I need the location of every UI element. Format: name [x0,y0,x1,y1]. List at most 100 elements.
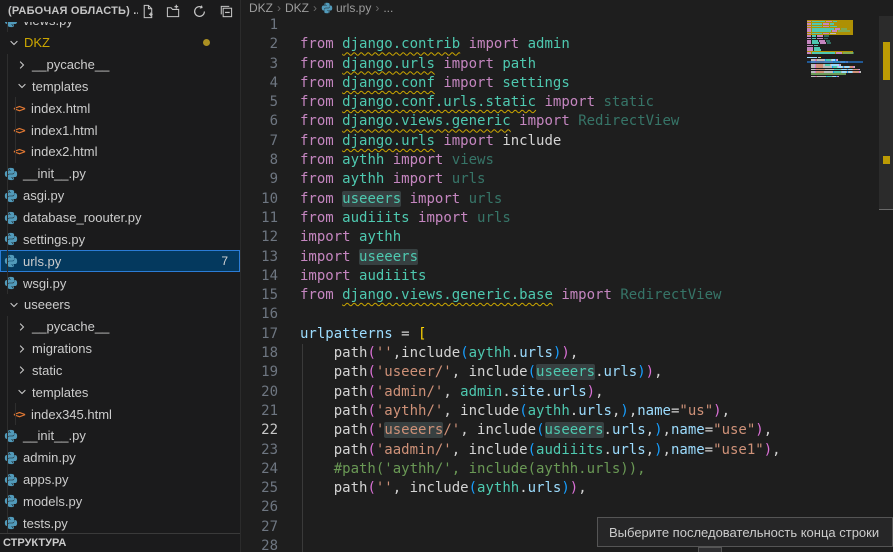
code-line[interactable]: 17urlpatterns = [ [242,325,893,344]
tree-item-DKZ[interactable]: DKZ [0,32,240,54]
line-number[interactable]: 7 [242,132,278,151]
tree-item-admin.py[interactable]: admin.py [0,447,240,469]
line-number[interactable]: 13 [242,248,278,267]
tree-item-index345.html[interactable]: <>index345.html [0,403,240,425]
tree-item-label: settings.py [23,232,85,247]
code-line[interactable]: 23 path('aadmin/', include(audiiits.urls… [242,441,893,460]
tree-item-templates[interactable]: templates [0,76,240,98]
minimap[interactable] [807,18,863,198]
outline-section-header[interactable]: СТРУКТУРА [0,533,240,552]
eol-tooltip: Выберите последовательность конца строки [597,517,893,547]
line-number[interactable]: 19 [242,363,278,382]
code-line[interactable]: 6from django.views.generic import Redire… [242,112,893,131]
refresh-icon[interactable] [190,2,208,20]
code-line[interactable]: 15from django.views.generic.base import … [242,286,893,305]
tree-item-templates[interactable]: templates [0,381,240,403]
tree-item-label: __pycache__ [32,319,109,334]
code-line[interactable]: 18 path('',include(aythh.urls)), [242,344,893,363]
tree-item-label: models.py [23,494,82,509]
explorer-section-header[interactable]: (РАБОЧАЯ ОБЛАСТЬ) ... [0,0,240,22]
line-number[interactable]: 16 [242,305,278,324]
line-number[interactable]: 6 [242,112,278,131]
code-line[interactable]: 8from aythh import views [242,151,893,170]
line-number[interactable]: 28 [242,537,278,552]
line-number[interactable]: 8 [242,151,278,170]
line-number[interactable]: 5 [242,93,278,112]
code-line[interactable]: 2from django.contrib import admin [242,35,893,54]
code-line[interactable]: 3from django.urls import path [242,55,893,74]
line-number[interactable]: 18 [242,344,278,363]
html-file-icon: <> [11,122,27,138]
line-number[interactable]: 22 [242,421,278,440]
tree-item-index2.html[interactable]: <>index2.html [0,141,240,163]
tree-item-asgi.py[interactable]: asgi.py [0,185,240,207]
tree-item-label: useeers [24,297,70,312]
code-line[interactable]: 20 path('admin/', admin.site.urls), [242,383,893,402]
tree-item-urls.py[interactable]: urls.py7 [0,250,240,272]
line-number[interactable]: 24 [242,460,278,479]
tree-item-migrations[interactable]: migrations [0,338,240,360]
line-number[interactable]: 12 [242,228,278,247]
line-number[interactable]: 27 [242,518,278,537]
tree-item-tests.py[interactable]: tests.py [0,512,240,534]
breadcrumb-separator-icon: › [311,1,319,15]
tree-item-database_roouter.py[interactable]: database_roouter.py [0,207,240,229]
line-number[interactable]: 26 [242,498,278,517]
code-line[interactable]: 10from useeers import urls [242,190,893,209]
line-number[interactable]: 3 [242,55,278,74]
line-number[interactable]: 20 [242,383,278,402]
code-line[interactable]: 12import aythh [242,228,893,247]
code-line[interactable]: 26 [242,498,893,517]
tree-item-settings.py[interactable]: settings.py [0,228,240,250]
code-line[interactable]: 16 [242,305,893,324]
collapse-all-icon[interactable] [216,2,234,20]
line-number[interactable]: 10 [242,190,278,209]
tree-item-models.py[interactable]: models.py [0,491,240,513]
breadcrumb-item-DKZ[interactable]: DKZ [249,1,273,15]
tree-item-index.html[interactable]: <>index.html [0,97,240,119]
tree-item-useeers[interactable]: useeers [0,294,240,316]
line-number[interactable]: 15 [242,286,278,305]
tree-item-apps.py[interactable]: apps.py [0,469,240,491]
line-number[interactable]: 2 [242,35,278,54]
code-line[interactable]: 9from aythh import urls [242,170,893,189]
code-line[interactable]: 4from django.conf import settings [242,74,893,93]
breadcrumb-item-urls.py[interactable]: urls.py [321,1,371,15]
line-number[interactable]: 11 [242,209,278,228]
breadcrumb-item-DKZ[interactable]: DKZ [285,1,309,15]
code-line[interactable]: 24 #path('aythh/', include(aythh.urls)), [242,460,893,479]
breadcrumb-item-...[interactable]: ... [383,1,393,15]
new-folder-icon[interactable] [164,2,182,20]
code-line[interactable]: 5from django.conf.urls.static import sta… [242,93,893,112]
code-line[interactable]: 22 path('useeers/', include(useeers.urls… [242,421,893,440]
line-number[interactable]: 17 [242,325,278,344]
new-file-icon[interactable] [138,2,156,20]
tree-item-__pycache__[interactable]: __pycache__ [0,316,240,338]
code-line[interactable]: 7from django.urls import include [242,132,893,151]
line-number[interactable]: 14 [242,267,278,286]
line-number[interactable]: 21 [242,402,278,421]
line-number[interactable]: 1 [242,16,278,35]
vertical-scrollbar[interactable] [879,16,893,552]
line-number[interactable]: 23 [242,441,278,460]
line-number[interactable]: 25 [242,479,278,498]
tree-item-label: DKZ [24,35,50,50]
tree-item-__pycache__[interactable]: __pycache__ [0,54,240,76]
code-line[interactable]: 11 from audiiits import urls [242,209,893,228]
code-line-text: from audiiits import urls [300,209,511,228]
tree-item-__init__.py[interactable]: __init__.py [0,425,240,447]
line-number[interactable]: 4 [242,74,278,93]
code-line[interactable]: 13import useeers [242,248,893,267]
line-number[interactable]: 9 [242,170,278,189]
tree-item-index1.html[interactable]: <>index1.html [0,119,240,141]
tree-item-__init__.py[interactable]: __init__.py [0,163,240,185]
code-line[interactable]: 14import audiiits [242,267,893,286]
code-line[interactable]: 21 path('aythh/', include(aythh.urls,),n… [242,402,893,421]
html-file-icon: <> [11,100,27,116]
tree-item-wsgi.py[interactable]: wsgi.py [0,272,240,294]
code-line[interactable]: 25 path('', include(aythh.urls)), [242,479,893,498]
tree-item-static[interactable]: static [0,360,240,382]
code-area[interactable]: 12from django.contrib import admin3from … [242,16,893,552]
code-line[interactable]: 19 path('useeer/', include(useeers.urls)… [242,363,893,382]
code-line[interactable]: 1 [242,16,893,35]
